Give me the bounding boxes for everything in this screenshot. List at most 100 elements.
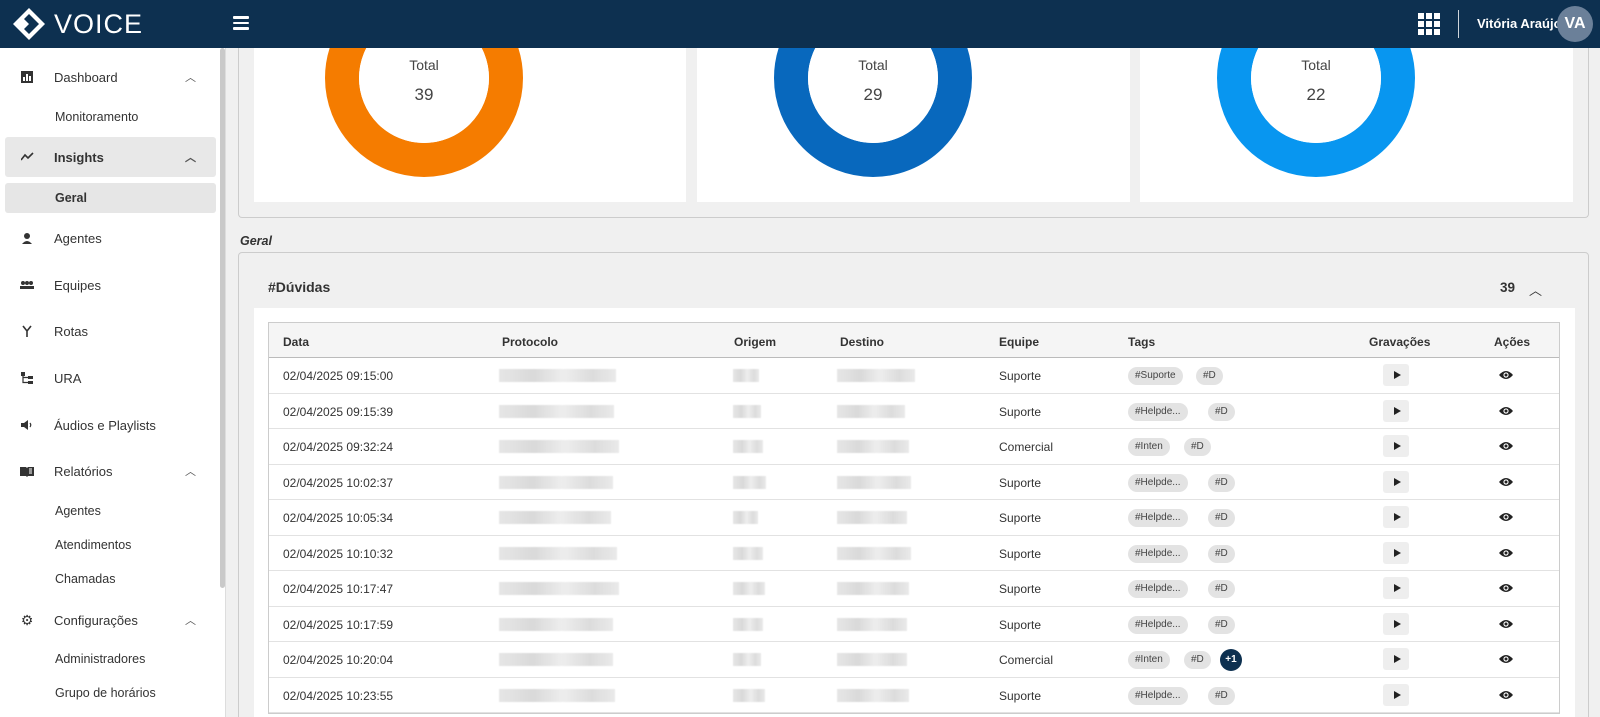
table-row[interactable]: 02/04/2025 09:32:24 Comercial #Inten #D: [269, 429, 1559, 465]
play-icon: [1393, 548, 1401, 557]
tag-chip[interactable]: #D: [1196, 367, 1223, 385]
tag-chip[interactable]: #Helpde...: [1128, 402, 1188, 421]
column-header-acoes[interactable]: Ações: [1494, 335, 1530, 349]
sidebar-subitem-grupo-horarios[interactable]: Grupo de horários: [5, 678, 216, 708]
sidebar-subitem-atendimentos[interactable]: Atendimentos: [5, 530, 216, 560]
play-recording-button[interactable]: [1383, 648, 1409, 670]
table-row[interactable]: 02/04/2025 10:20:04 Comercial #Inten #D +1: [269, 642, 1559, 678]
tag-chip[interactable]: #Inten: [1128, 438, 1170, 456]
tag-chip[interactable]: #D: [1208, 615, 1235, 634]
tag-chip[interactable]: #Suporte: [1128, 367, 1183, 385]
view-eye-icon[interactable]: [1499, 511, 1513, 525]
cell-protocolo-redacted: [499, 688, 615, 702]
view-eye-icon[interactable]: [1499, 369, 1513, 383]
column-header-destino[interactable]: Destino: [840, 335, 884, 349]
column-header-protocolo[interactable]: Protocolo: [502, 335, 558, 349]
view-eye-icon[interactable]: [1499, 440, 1513, 454]
table-row[interactable]: 02/04/2025 10:05:34 Suporte #Helpde... #D: [269, 500, 1559, 536]
tag-chip[interactable]: #Helpde...: [1128, 686, 1188, 705]
table-row[interactable]: 02/04/2025 10:02:37 Suporte #Helpde... #D: [269, 465, 1559, 500]
chevron-up-icon[interactable]: ︿: [1529, 280, 1542, 299]
table-row[interactable]: 02/04/2025 09:15:39 Suporte #Helpde... #D: [269, 394, 1559, 429]
sidebar-item-label: URA: [54, 370, 82, 386]
chevron-up-icon: ︿: [185, 615, 196, 627]
menu-toggle-icon[interactable]: [233, 16, 249, 30]
play-recording-button[interactable]: [1383, 399, 1409, 422]
view-eye-icon[interactable]: [1499, 618, 1513, 632]
cell-origem-redacted: [733, 511, 758, 524]
sidebar-scrollbar[interactable]: [220, 48, 225, 588]
view-eye-icon[interactable]: [1499, 405, 1513, 419]
column-header-gravacoes[interactable]: Gravações: [1369, 335, 1430, 349]
sidebar-subitem-monitoramento[interactable]: Monitoramento: [5, 102, 216, 132]
sidebar-item-audios[interactable]: Áudios e Playlists: [5, 405, 216, 445]
table-row[interactable]: 02/04/2025 10:10:32 Suporte #Helpde... #D: [269, 536, 1559, 571]
sidebar-subitem-chamadas[interactable]: Chamadas: [5, 564, 216, 594]
tag-chip[interactable]: #D: [1208, 402, 1235, 421]
sidebar-item-dashboard[interactable]: Dashboard ︿: [5, 57, 216, 97]
sidebar-item-agentes[interactable]: Agentes: [5, 218, 216, 258]
play-recording-button[interactable]: [1383, 683, 1409, 706]
tag-chip[interactable]: #Helpde...: [1128, 544, 1188, 563]
view-eye-icon[interactable]: [1499, 653, 1513, 667]
table-row[interactable]: 02/04/2025 10:17:59 Suporte #Helpde... #D: [269, 607, 1559, 642]
tag-chip[interactable]: #Helpde...: [1128, 615, 1188, 634]
table-row[interactable]: 02/04/2025 09:15:00 Suporte #Suporte #D: [269, 358, 1559, 394]
cell-equipe: Suporte: [999, 511, 1042, 525]
sidebar-subitem-label: Monitoramento: [55, 110, 139, 124]
play-recording-button[interactable]: [1383, 470, 1409, 493]
sidebar-item-insights[interactable]: Insights ︿: [5, 137, 216, 177]
column-header-data[interactable]: Data: [283, 335, 309, 349]
sidebar-subitem-administradores[interactable]: Administradores: [5, 644, 216, 674]
sidebar-item-relatorios[interactable]: Relatórios ︿: [5, 451, 216, 491]
user-name[interactable]: Vitória Araújo: [1477, 16, 1562, 31]
play-recording-button[interactable]: [1383, 364, 1409, 386]
cell-protocolo-redacted: [499, 582, 619, 595]
tag-chip[interactable]: #D: [1208, 686, 1235, 705]
header-divider: [1458, 10, 1459, 38]
play-recording-button[interactable]: [1383, 435, 1409, 457]
donut-value: 22: [1306, 85, 1326, 104]
more-tags-badge[interactable]: +1: [1220, 649, 1242, 671]
tag-chip[interactable]: #D: [1208, 473, 1235, 492]
tag-chip[interactable]: #D: [1184, 651, 1211, 669]
column-header-equipe[interactable]: Equipe: [999, 335, 1039, 349]
tag-chip[interactable]: #Inten: [1128, 651, 1170, 669]
sidebar-subitem-agentes[interactable]: Agentes: [5, 496, 216, 526]
view-eye-icon[interactable]: [1499, 547, 1513, 561]
cell-equipe: Suporte: [999, 582, 1042, 596]
table-row[interactable]: 02/04/2025 10:17:47 Suporte #Helpde... #D: [269, 571, 1559, 607]
tag-chip[interactable]: #Helpde...: [1128, 509, 1188, 527]
tag-chip[interactable]: #D: [1208, 544, 1235, 563]
view-eye-icon[interactable]: [1499, 689, 1513, 703]
tag-chip[interactable]: #D: [1184, 438, 1211, 456]
cell-data: 02/04/2025 10:10:32: [283, 546, 394, 561]
tag-chip[interactable]: #D: [1208, 580, 1235, 598]
group-header[interactable]: [254, 268, 1575, 308]
view-eye-icon[interactable]: [1499, 476, 1513, 490]
tag-chip[interactable]: #Helpde...: [1128, 473, 1188, 492]
cell-origem-redacted: [733, 653, 761, 666]
view-eye-icon[interactable]: [1499, 582, 1513, 596]
play-recording-button[interactable]: [1383, 577, 1409, 599]
avatar[interactable]: VA: [1557, 6, 1593, 42]
sidebar-subitem-geral[interactable]: Geral: [5, 183, 216, 213]
table-row[interactable]: 02/04/2025 10:23:55 Suporte #Helpde... #D: [269, 678, 1559, 713]
column-header-origem[interactable]: Origem: [734, 335, 776, 349]
apps-grid-icon[interactable]: [1418, 13, 1440, 35]
sidebar-item-configuracoes[interactable]: ⚙ Configurações ︿: [5, 600, 216, 640]
sidebar-item-rotas[interactable]: Rotas: [5, 311, 216, 351]
sidebar-subitem-label: Atendimentos: [55, 538, 132, 552]
tag-chip[interactable]: #D: [1208, 509, 1235, 527]
play-recording-button[interactable]: [1383, 612, 1409, 635]
tag-chip[interactable]: #Helpde...: [1128, 580, 1188, 598]
cell-protocolo-redacted: [499, 404, 614, 418]
play-recording-button[interactable]: [1383, 541, 1409, 564]
sidebar-item-ura[interactable]: URA: [5, 358, 216, 398]
sidebar-item-equipes[interactable]: Equipes: [5, 265, 216, 305]
donut-label: Total: [858, 57, 888, 73]
logo[interactable]: VOICE: [12, 6, 143, 42]
cell-equipe: Comercial: [999, 440, 1054, 454]
column-header-tags[interactable]: Tags: [1128, 335, 1155, 349]
play-recording-button[interactable]: [1383, 506, 1409, 528]
